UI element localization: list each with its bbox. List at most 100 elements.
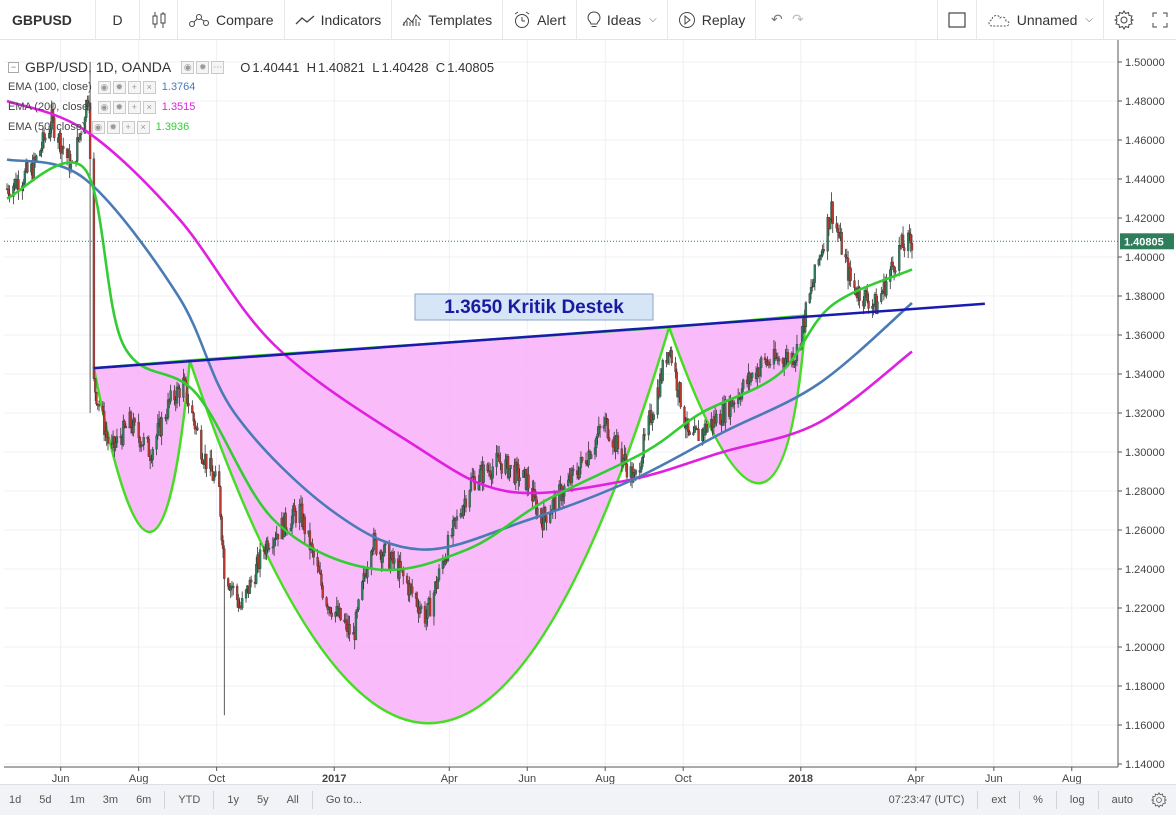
high-label: H — [306, 59, 317, 75]
candle-body — [7, 188, 10, 194]
candle-body — [221, 540, 225, 549]
ideas-button[interactable]: Ideas ⌵ — [577, 0, 668, 40]
candle-body — [44, 137, 47, 141]
low-label: L — [372, 59, 380, 75]
collapse-legend-icon[interactable]: − — [8, 61, 19, 73]
tradingview-window: GBPUSD D Compare Indicators Templates Al… — [0, 0, 1176, 815]
chart-properties-button[interactable] — [1142, 785, 1176, 815]
candle-body — [491, 466, 494, 479]
range-button-all[interactable]: All — [278, 785, 308, 815]
templates-icon — [402, 13, 422, 26]
candle-body — [258, 549, 262, 569]
eye-icon[interactable]: ◉ — [181, 60, 195, 74]
time-tick-label: Aug — [1062, 773, 1082, 784]
layout-name-button[interactable]: Unnamed ⌵ — [977, 0, 1104, 40]
add-icon[interactable]: + — [127, 100, 141, 114]
percent-scale-toggle[interactable]: % — [1024, 785, 1052, 815]
candle-body — [375, 537, 378, 555]
gear-icon — [1114, 9, 1134, 30]
close-icon[interactable]: × — [136, 120, 150, 134]
clock-display[interactable]: 07:23:47 (UTC) — [880, 785, 974, 815]
candle-body — [584, 460, 588, 464]
candle-body — [733, 402, 736, 405]
gear-icon[interactable]: ✹ — [112, 80, 126, 94]
gear-icon[interactable]: ✹ — [106, 120, 120, 134]
candle-body — [17, 179, 20, 191]
extended-hours-toggle[interactable]: ext — [982, 785, 1015, 815]
candle-body — [500, 463, 503, 474]
indicators-label: Indicators — [320, 11, 382, 28]
chart-pane[interactable]: 1.3650 Kritik Destek 1.50000 1.48000 1.4600… — [0, 40, 1176, 784]
eye-icon[interactable]: ◉ — [91, 120, 105, 134]
replay-button[interactable]: Replay — [668, 0, 757, 40]
candle-body — [212, 475, 216, 481]
candle-body — [191, 405, 194, 414]
candle-body — [226, 578, 230, 587]
candle-body — [210, 458, 213, 472]
interval-selector[interactable]: D — [96, 0, 140, 40]
range-button-5y[interactable]: 5y — [248, 785, 278, 815]
series-title[interactable]: GBP/USD, 1D, OANDA — [25, 59, 171, 75]
time-tick-label: Oct — [208, 773, 225, 784]
candle-body — [196, 427, 199, 431]
goto-button[interactable]: Go to... — [317, 785, 371, 815]
candle-body — [156, 423, 159, 437]
cup-main-shape — [188, 325, 671, 725]
alert-button[interactable]: Alert — [503, 0, 577, 40]
fullscreen-toggle[interactable] — [1144, 0, 1176, 40]
price-tick-label: 1.34000 — [1125, 369, 1165, 381]
candle-body — [866, 291, 869, 302]
more-icon[interactable]: ⋯ — [211, 60, 225, 74]
close-icon[interactable]: × — [142, 100, 156, 114]
gear-icon[interactable]: ✹ — [196, 60, 210, 74]
undo-icon[interactable]: ↶ — [771, 11, 783, 28]
range-button-1y[interactable]: 1y — [218, 785, 248, 815]
close-icon[interactable]: × — [142, 80, 156, 94]
price-chart[interactable]: 1.3650 Kritik Destek 1.50000 1.48000 1.4600… — [0, 40, 1176, 784]
candle-body — [370, 551, 373, 570]
candle-body — [578, 467, 581, 479]
add-icon[interactable]: + — [121, 120, 135, 134]
candle-body — [468, 490, 471, 508]
ema50-label[interactable]: EMA (50, close) — [8, 121, 86, 133]
range-button-1m[interactable]: 1m — [61, 785, 94, 815]
candle-body — [719, 413, 722, 425]
price-tick-label: 1.24000 — [1125, 564, 1165, 576]
templates-button[interactable]: Templates — [392, 0, 504, 40]
candle-body — [515, 461, 519, 465]
redo-icon[interactable]: ↷ — [792, 11, 804, 28]
indicators-button[interactable]: Indicators — [285, 0, 393, 40]
settings-button[interactable] — [1104, 0, 1144, 40]
range-button-3m[interactable]: 3m — [94, 785, 127, 815]
candle-body — [910, 242, 914, 251]
candle-body — [749, 377, 753, 383]
candle-body — [482, 464, 485, 483]
chart-style-button[interactable] — [140, 0, 178, 40]
candle-body — [384, 543, 387, 546]
candle-body — [605, 417, 608, 420]
symbol-search[interactable]: GBPUSD — [0, 0, 96, 40]
top-toolbar: GBPUSD D Compare Indicators Templates Al… — [0, 0, 1176, 40]
candle-body — [320, 573, 323, 586]
candle-body — [777, 358, 781, 362]
eye-icon[interactable]: ◉ — [97, 80, 111, 94]
candle-body — [692, 432, 695, 435]
range-button-ytd[interactable]: YTD — [169, 785, 209, 815]
range-button-6m[interactable]: 6m — [127, 785, 160, 815]
ema200-label[interactable]: EMA (200, close) — [8, 101, 92, 113]
range-button-5d[interactable]: 5d — [30, 785, 60, 815]
gear-icon[interactable]: ✹ — [112, 100, 126, 114]
auto-scale-toggle[interactable]: auto — [1103, 785, 1142, 815]
ema100-label[interactable]: EMA (100, close) — [8, 81, 92, 93]
chevron-down-icon: ⌵ — [1085, 14, 1093, 25]
candle-body — [809, 287, 813, 294]
add-icon[interactable]: + — [127, 80, 141, 94]
candle-body — [836, 228, 840, 233]
candle-body — [607, 437, 611, 442]
log-scale-toggle[interactable]: log — [1061, 785, 1094, 815]
range-button-1d[interactable]: 1d — [0, 785, 30, 815]
candle-body — [289, 528, 292, 532]
eye-icon[interactable]: ◉ — [97, 100, 111, 114]
fullscreen-button[interactable] — [936, 0, 977, 40]
compare-button[interactable]: Compare — [178, 0, 285, 40]
